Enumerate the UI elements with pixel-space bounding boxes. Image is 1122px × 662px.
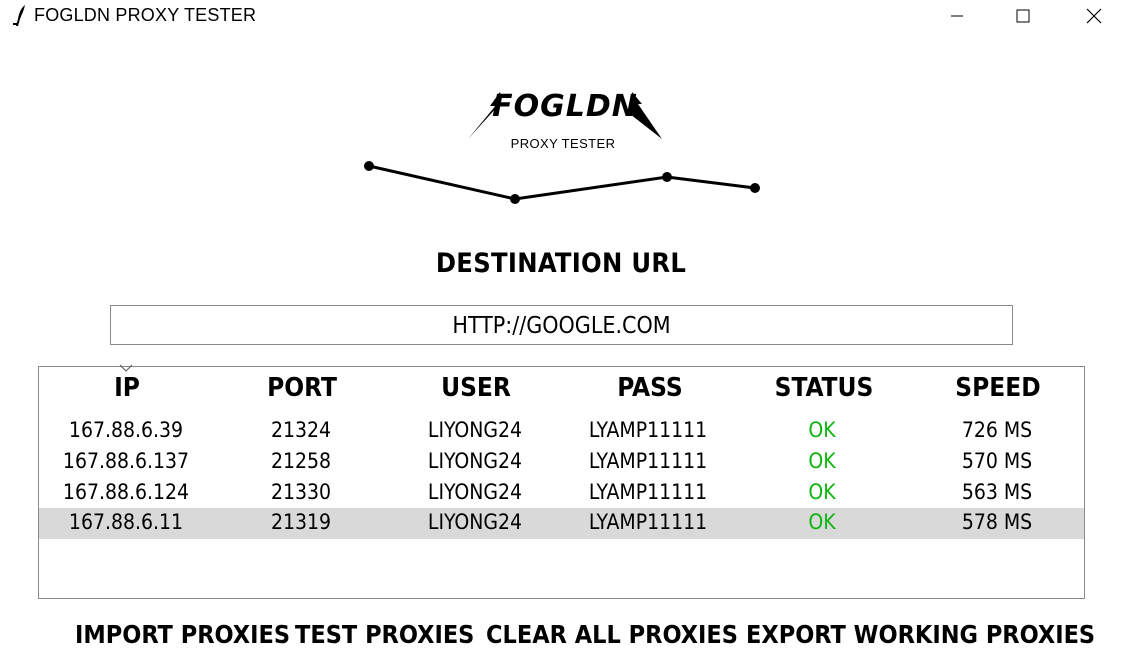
table-row[interactable]: 167.88.6.39 21324 LIYONG24 LYAMP11111 OK… (39, 416, 1084, 447)
export-working-proxies-button[interactable]: EXPORT WORKING PROXIES (746, 620, 1095, 649)
logo-wordmark: FOGLDN (492, 89, 638, 124)
minimize-icon (951, 15, 963, 17)
cell-speed: 570 MS (961, 449, 1033, 473)
cell-status: OK (808, 510, 836, 534)
cell-pass: LYAMP11111 (588, 449, 708, 473)
logo-subtitle: PROXY TESTER (510, 136, 616, 151)
column-header-user[interactable]: USER (441, 373, 511, 403)
sort-indicator-icon (119, 364, 133, 372)
maximize-icon (1016, 9, 1030, 23)
close-button[interactable] (1071, 0, 1117, 32)
test-proxies-button[interactable]: TEST PROXIES (295, 620, 474, 649)
cell-ip: 167.88.6.124 (62, 480, 190, 504)
cell-port: 21319 (270, 510, 332, 534)
cell-speed: 726 MS (961, 418, 1033, 442)
cell-pass: LYAMP11111 (588, 418, 708, 442)
table-row[interactable]: 167.88.6.124 21330 LIYONG24 LYAMP11111 O… (39, 478, 1084, 509)
import-proxies-button[interactable]: IMPORT PROXIES (75, 620, 290, 649)
column-header-pass[interactable]: PASS (617, 373, 682, 403)
column-header-ip[interactable]: IP (114, 373, 140, 403)
cell-status: OK (808, 418, 836, 442)
table-row-selected[interactable]: 167.88.6.11 21319 LIYONG24 LYAMP11111 OK… (39, 508, 1084, 539)
title-bar: FOGLDN PROXY TESTER (0, 0, 1122, 32)
cell-status: OK (808, 480, 836, 504)
cell-ip: 167.88.6.11 (68, 510, 184, 534)
maximize-button[interactable] (1000, 0, 1046, 32)
cell-pass: LYAMP11111 (588, 480, 708, 504)
proxy-table[interactable]: IP PORT USER PASS STATUS SPEED 167.88.6.… (38, 364, 1085, 599)
cell-port: 21324 (270, 418, 332, 442)
cell-speed: 563 MS (961, 480, 1033, 504)
cell-user: LIYONG24 (427, 480, 523, 504)
cell-port: 21258 (270, 449, 332, 473)
cell-user: LIYONG24 (427, 510, 523, 534)
clear-all-proxies-button[interactable]: CLEAR ALL PROXIES (486, 620, 738, 649)
destination-url-input[interactable] (110, 305, 1013, 345)
destination-url-label: DESTINATION URL (435, 248, 687, 279)
column-header-speed[interactable]: SPEED (955, 373, 1040, 403)
cell-port: 21330 (270, 480, 332, 504)
feather-icon (13, 5, 25, 26)
cell-user: LIYONG24 (427, 449, 523, 473)
minimize-button[interactable] (934, 0, 980, 32)
cell-speed: 578 MS (961, 510, 1033, 534)
column-header-port[interactable]: PORT (267, 373, 337, 403)
window-title: FOGLDN PROXY TESTER (34, 5, 257, 25)
table-row[interactable]: 167.88.6.137 21258 LIYONG24 LYAMP11111 O… (39, 447, 1084, 478)
column-header-status[interactable]: STATUS (775, 373, 874, 403)
cell-ip: 167.88.6.137 (62, 449, 190, 473)
action-bar: IMPORT PROXIES TEST PROXIES CLEAR ALL PR… (0, 620, 1122, 656)
fogldn-logo: FOGLDN (468, 89, 662, 139)
cell-ip: 167.88.6.39 (68, 418, 184, 442)
cell-user: LIYONG24 (427, 418, 523, 442)
cell-status: OK (808, 449, 836, 473)
cell-pass: LYAMP11111 (588, 510, 708, 534)
close-icon (1086, 8, 1102, 24)
